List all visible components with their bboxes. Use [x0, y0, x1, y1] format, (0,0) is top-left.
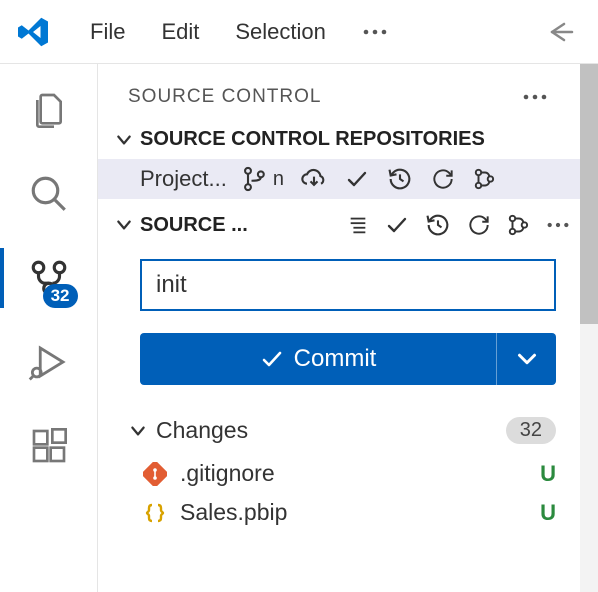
changes-title: Changes — [156, 417, 498, 444]
repo-row[interactable]: Project... n — [98, 159, 580, 199]
menu-edit[interactable]: Edit — [143, 13, 217, 51]
scrollbar-thumb[interactable] — [580, 64, 598, 324]
commit-dropdown-icon[interactable] — [496, 333, 556, 385]
check-icon[interactable] — [384, 213, 410, 237]
commit-message-input[interactable] — [140, 259, 556, 311]
repos-section-header[interactable]: SOURCE CONTROL REPOSITORIES — [98, 120, 580, 159]
scrollbar[interactable] — [580, 64, 598, 592]
main-body: 32 SOURCE CONTROL SOURCE CONTROL REPOSIT… — [0, 64, 598, 592]
section-more-icon[interactable] — [546, 221, 570, 229]
git-file-icon — [142, 461, 168, 487]
file-row[interactable]: Sales.pbip U — [98, 493, 580, 532]
source-control-panel: SOURCE CONTROL SOURCE CONTROL REPOSITORI… — [98, 64, 598, 592]
file-name: Sales.pbip — [180, 499, 528, 526]
changes-header[interactable]: Changes 32 — [98, 399, 580, 454]
menu-file[interactable]: File — [72, 13, 143, 51]
chevron-down-icon — [128, 421, 148, 441]
scm-badge: 32 — [43, 284, 78, 308]
chevron-down-icon — [114, 215, 134, 235]
back-arrow-icon[interactable] — [532, 14, 586, 50]
history-icon[interactable] — [424, 211, 452, 239]
panel-title: SOURCE CONTROL — [128, 86, 514, 108]
sc-section-title: SOURCE ... — [140, 214, 248, 237]
activity-source-control[interactable]: 32 — [16, 254, 82, 302]
braces-file-icon — [142, 500, 168, 526]
history-icon[interactable] — [386, 165, 414, 193]
refresh-icon[interactable] — [466, 212, 492, 238]
file-status: U — [540, 500, 556, 526]
check-icon — [260, 347, 284, 371]
check-icon[interactable] — [344, 167, 370, 191]
repos-section-title: SOURCE CONTROL REPOSITORIES — [140, 128, 485, 151]
branch-label: n — [273, 168, 284, 191]
branch-icon[interactable] — [241, 165, 269, 193]
tree-view-icon[interactable] — [346, 214, 370, 236]
file-row[interactable]: .gitignore U — [98, 454, 580, 493]
chevron-down-icon — [114, 130, 134, 150]
refresh-icon[interactable] — [430, 166, 456, 192]
commit-button-label: Commit — [294, 345, 377, 373]
activity-extensions[interactable] — [16, 422, 82, 470]
file-status: U — [540, 461, 556, 487]
menu-overflow-icon[interactable] — [350, 22, 400, 42]
changes-count-badge: 32 — [506, 417, 556, 444]
panel-more-icon[interactable] — [514, 89, 556, 105]
vscode-logo-icon — [12, 11, 54, 53]
file-name: .gitignore — [180, 460, 528, 487]
sc-section-header[interactable]: SOURCE ... — [98, 199, 580, 247]
titlebar: File Edit Selection — [0, 0, 598, 64]
menu-selection[interactable]: Selection — [217, 13, 344, 51]
cloud-sync-icon[interactable] — [300, 166, 328, 192]
activity-bar: 32 — [0, 64, 98, 592]
activity-run-debug[interactable] — [16, 338, 82, 386]
repo-name: Project... — [140, 166, 227, 192]
activity-search[interactable] — [16, 170, 82, 218]
graph-icon[interactable] — [472, 165, 498, 193]
commit-button[interactable]: Commit — [140, 333, 556, 385]
activity-explorer[interactable] — [16, 86, 82, 134]
graph-icon[interactable] — [506, 211, 532, 239]
